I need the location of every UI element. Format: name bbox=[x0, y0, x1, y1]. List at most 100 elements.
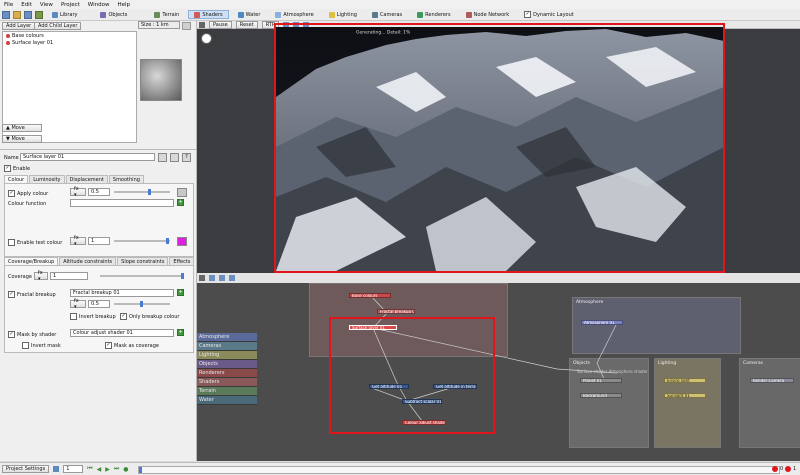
node-sunlight[interactable]: Sunlight 01 bbox=[664, 393, 706, 398]
category-cameras[interactable]: Cameras bbox=[197, 342, 257, 351]
shaders-button[interactable]: Shaders bbox=[188, 10, 229, 19]
only-breakup-colour-checkbox[interactable]: ✓ bbox=[120, 313, 127, 320]
fractal-breakup-row[interactable]: ✓ Fractal breakup bbox=[8, 291, 56, 298]
layer-tree-item[interactable]: Base colours bbox=[6, 33, 44, 39]
coverage-function-dropdown[interactable]: fx ▾ bbox=[34, 270, 48, 282]
category-renderers[interactable]: Renderers bbox=[197, 369, 257, 378]
preview-options-icon[interactable] bbox=[182, 22, 191, 30]
colour-swatch[interactable] bbox=[177, 188, 187, 197]
move-up-button[interactable]: ▲ Move bbox=[2, 124, 42, 132]
mask-by-shader-checkbox[interactable]: ✓ bbox=[8, 331, 15, 338]
node-tool-icon[interactable] bbox=[229, 275, 235, 281]
function-dropdown[interactable]: fx ▾ bbox=[70, 186, 86, 198]
mask-shader-field[interactable]: Colour adjust shader 01 bbox=[70, 329, 174, 337]
library-button[interactable]: Library bbox=[46, 10, 83, 19]
only-breakup-colour-row[interactable]: ✓ Only breakup colour bbox=[120, 313, 179, 320]
category-terrain[interactable]: Terrain bbox=[197, 387, 257, 396]
camera-icon[interactable] bbox=[199, 21, 205, 28]
next-frame-icon[interactable]: ⏭ bbox=[114, 465, 119, 473]
enable-test-colour-row[interactable]: Enable test colour bbox=[8, 239, 62, 246]
record-icon[interactable]: ● bbox=[123, 466, 128, 473]
enable-checkbox[interactable]: ✓ bbox=[4, 165, 11, 172]
node-render-camera[interactable]: Render Camera bbox=[750, 378, 794, 383]
new-project-icon[interactable] bbox=[2, 10, 10, 19]
slider-knob[interactable] bbox=[140, 301, 143, 307]
node-tool-icon[interactable] bbox=[199, 275, 205, 281]
add-child-layer-button[interactable]: Add Child Layer bbox=[34, 22, 82, 30]
test-colour-function-dropdown[interactable]: fx ▾ bbox=[70, 235, 86, 247]
node-network-panel[interactable]: Atmosphere Objects Lighting Cameras Base… bbox=[197, 283, 800, 461]
help-icon[interactable]: ? bbox=[182, 153, 191, 162]
mask-as-coverage-checkbox[interactable]: ✓ bbox=[105, 342, 112, 349]
timeline-icon[interactable] bbox=[53, 466, 60, 472]
pause-button[interactable]: Pause bbox=[209, 20, 232, 29]
prev-frame-icon[interactable]: ◀ bbox=[97, 466, 102, 473]
node-tool-icon[interactable] bbox=[219, 275, 225, 281]
terrain-button[interactable]: Terrain bbox=[148, 10, 185, 19]
slider-knob[interactable] bbox=[166, 238, 169, 244]
invert-mask-checkbox[interactable] bbox=[22, 342, 29, 349]
size-field[interactable]: Size : 1 km bbox=[138, 21, 180, 29]
node-base-colours[interactable]: Base colours bbox=[349, 293, 391, 298]
play-icon[interactable]: ▶ bbox=[105, 466, 110, 473]
layer-tree-item[interactable]: Surface layer 01 bbox=[6, 40, 53, 46]
coverage-value[interactable]: 1 bbox=[50, 272, 88, 280]
node-atmosphere[interactable]: Atmosphere 01 bbox=[581, 320, 623, 325]
apply-colour-value[interactable]: 0.5 bbox=[88, 188, 110, 196]
render-icon[interactable] bbox=[35, 10, 43, 19]
project-settings-button[interactable]: Project Settings bbox=[2, 465, 50, 473]
add-layer-button[interactable]: Add Layer bbox=[2, 22, 36, 30]
dynamic-layout-toggle[interactable]: ✓ Dynamic Layout bbox=[518, 10, 580, 19]
fractal-breakup-checkbox[interactable]: ✓ bbox=[8, 291, 15, 298]
warning-icon[interactable] bbox=[785, 466, 791, 472]
node-background[interactable]: Background bbox=[580, 393, 622, 398]
enable-checkbox-row[interactable]: ✓ Enable bbox=[4, 165, 30, 172]
lighting-button[interactable]: Lighting bbox=[323, 10, 363, 19]
category-shaders[interactable]: Shaders bbox=[197, 378, 257, 387]
test-colour-value[interactable]: 1 bbox=[88, 237, 110, 245]
apply-colour-checkbox[interactable]: ✓ bbox=[8, 190, 15, 197]
dynamic-layout-checkbox[interactable]: ✓ bbox=[524, 11, 532, 18]
slider-knob[interactable] bbox=[148, 189, 151, 195]
colour-function-field[interactable] bbox=[70, 199, 174, 207]
apply-colour-slider[interactable] bbox=[114, 189, 170, 195]
menu-edit[interactable]: Edit bbox=[17, 2, 36, 8]
node-network-button[interactable]: Node Network bbox=[460, 10, 516, 19]
enable-test-colour-checkbox[interactable] bbox=[8, 239, 15, 246]
invert-breakup-row[interactable]: Invert breakup bbox=[70, 313, 116, 320]
name-field[interactable]: Surface layer 01 bbox=[20, 153, 155, 161]
mask-by-shader-row[interactable]: ✓ Mask by shader bbox=[8, 331, 56, 338]
category-lighting[interactable]: Lighting bbox=[197, 351, 257, 360]
node-planet[interactable]: Planet 01 bbox=[580, 378, 622, 383]
objects-button[interactable]: Objects bbox=[94, 10, 133, 19]
reset-button[interactable]: Reset bbox=[235, 20, 258, 29]
compass-icon[interactable] bbox=[201, 33, 212, 44]
add-mask-icon[interactable]: + bbox=[177, 329, 184, 336]
test-colour-slider[interactable] bbox=[114, 238, 170, 244]
invert-mask-row[interactable]: Invert mask bbox=[22, 342, 61, 349]
move-down-button[interactable]: ▼ Move bbox=[2, 135, 42, 143]
node-enviro-light[interactable]: Enviro light bbox=[664, 378, 706, 383]
apply-colour-row[interactable]: ✓ Apply colour bbox=[8, 190, 48, 197]
cameras-button[interactable]: Cameras bbox=[366, 10, 408, 19]
water-button[interactable]: Water bbox=[232, 10, 267, 19]
open-project-icon[interactable] bbox=[13, 10, 21, 19]
first-frame-icon[interactable]: ⏮ bbox=[87, 465, 92, 473]
timeline-slider[interactable] bbox=[138, 466, 780, 474]
renderers-button[interactable]: Renderers bbox=[411, 10, 456, 19]
fractal-slider[interactable] bbox=[114, 301, 170, 307]
menu-project[interactable]: Project bbox=[57, 2, 84, 8]
category-water[interactable]: Water bbox=[197, 396, 257, 405]
invert-breakup-checkbox[interactable] bbox=[70, 313, 77, 320]
category-atmosphere[interactable]: Atmosphere bbox=[197, 333, 257, 342]
test-colour-swatch[interactable] bbox=[177, 237, 187, 246]
link-icon[interactable] bbox=[170, 153, 179, 162]
add-fractal-icon[interactable]: + bbox=[177, 289, 184, 296]
menu-window[interactable]: Window bbox=[84, 2, 114, 8]
save-project-icon[interactable] bbox=[24, 10, 32, 19]
error-icon[interactable] bbox=[772, 466, 778, 472]
fractal-value[interactable]: 0.5 bbox=[88, 300, 110, 308]
node-tool-icon[interactable] bbox=[209, 275, 215, 281]
menu-help[interactable]: Help bbox=[113, 2, 134, 8]
timeline-knob[interactable] bbox=[139, 467, 142, 473]
